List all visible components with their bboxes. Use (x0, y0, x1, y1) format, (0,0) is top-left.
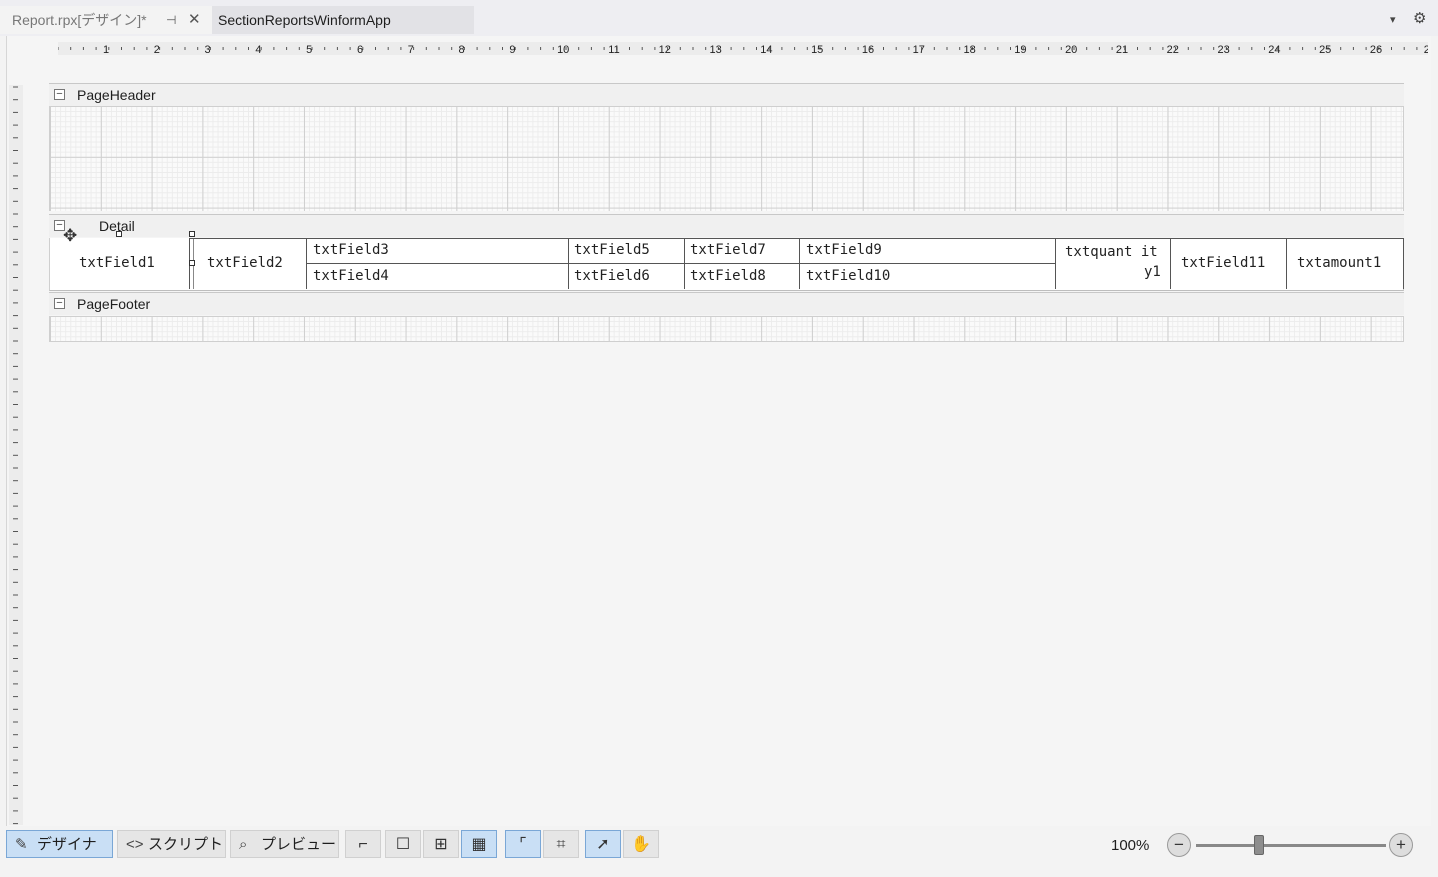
pointer-icon[interactable]: ➚ (585, 830, 621, 858)
single-box-icon[interactable]: ☐ (385, 830, 421, 858)
section-bar-page-header[interactable]: − PageHeader (49, 83, 1404, 106)
horizontal-ruler: 1 2 3 4 5 6 7 8 9 10 11 12 13 14 15 16 17 18 19 20 21 22 23 24 2… (58, 42, 1428, 55)
text-field-7[interactable]: txtField7 (690, 242, 766, 258)
ruler-number: 10 (557, 44, 569, 55)
ruler-number: 2 (1424, 44, 1428, 55)
ruler-number: 25 (1319, 44, 1331, 55)
gear-icon[interactable]: ⚙ (1413, 9, 1426, 27)
ruler-number: 19 (1014, 44, 1026, 55)
ruler-number: 1 (103, 44, 109, 55)
detail-grid[interactable]: txtField1 txtField2 txtField3 txtField4 … (49, 238, 1404, 291)
ruler-number: 13 (709, 44, 721, 55)
text-field-1[interactable]: txtField1 (79, 255, 155, 271)
script-tab-button[interactable]: <> スクリプト (117, 830, 226, 858)
collapse-icon[interactable]: − (54, 89, 65, 100)
move-icon[interactable]: ✥ (63, 226, 77, 246)
ruler-number: 16 (862, 44, 874, 55)
tab-report-rpx[interactable]: Report.rpx[デザイン]* ⊣ ✕ (0, 6, 212, 34)
ruler-number: 2 (154, 44, 160, 55)
text-field-11[interactable]: txtField11 (1181, 255, 1265, 271)
ruler-number: 11 (608, 44, 619, 55)
chevron-down-icon[interactable]: ▾ (1390, 13, 1396, 26)
document-tab-bar: Report.rpx[デザイン]* ⊣ ✕ SectionReportsWinf… (0, 0, 1438, 36)
text-field-quantity-wrap[interactable]: y1 (1144, 264, 1161, 280)
ruler-number: 9 (509, 44, 515, 55)
ruler-number: 7 (408, 44, 414, 55)
tab-section-reports-label: SectionReportsWinformApp (218, 12, 391, 28)
ruler-number: 26 (1370, 44, 1382, 55)
text-field-3[interactable]: txtField3 (313, 242, 389, 258)
text-field-8[interactable]: txtField8 (690, 268, 766, 284)
designer-tab-button[interactable]: ✎ デザイナ (6, 830, 113, 858)
ruler-number: 5 (306, 44, 312, 55)
text-field-2[interactable]: txtField2 (207, 255, 283, 271)
ruler-icon[interactable]: ⌐ (345, 830, 381, 858)
column-separator (1055, 238, 1056, 289)
text-field-6[interactable]: txtField6 (574, 268, 650, 284)
section-bar-detail[interactable]: − Detail (49, 214, 1404, 237)
section-bar-page-footer[interactable]: − PageFooter (49, 292, 1404, 315)
zoom-in-button[interactable]: + (1389, 833, 1413, 857)
ruler-number: 15 (811, 44, 823, 55)
ruler-number: 8 (459, 44, 465, 55)
close-icon[interactable]: ✕ (188, 6, 201, 34)
snap-to-grid-icon[interactable]: ⌗ (543, 830, 579, 858)
ruler-number: 18 (963, 44, 975, 55)
ruler-number: 14 (760, 44, 772, 55)
ruler-number: 12 (659, 44, 671, 55)
section-label-page-footer: PageFooter (77, 296, 151, 312)
ruler-number: 4 (255, 44, 261, 55)
report-layout: − PageHeader − Detail txtField1 txtField… (49, 83, 1404, 343)
ruler-number: 3 (205, 44, 211, 55)
zoom-slider-thumb[interactable] (1254, 835, 1265, 855)
ruler-number: 24 (1268, 44, 1280, 55)
dot-grid-icon[interactable]: ⊞ (423, 830, 459, 858)
script-label: スクリプト (148, 836, 224, 853)
preview-label: プレビュー (261, 836, 337, 853)
collapse-icon[interactable]: − (54, 298, 65, 309)
vertical-ruler-ticks (13, 86, 18, 825)
tab-section-reports-winform-app[interactable]: SectionReportsWinformApp (212, 6, 474, 34)
row-top-border (189, 238, 1403, 239)
text-field-5[interactable]: txtField5 (574, 242, 650, 258)
ruler-number: 22 (1167, 44, 1179, 55)
column-separator (1403, 238, 1404, 289)
grid-icon[interactable]: ▦ (461, 830, 497, 858)
zoom-slider-track[interactable] (1196, 844, 1386, 847)
preview-tab-button[interactable]: ⌕ プレビュー (230, 830, 339, 858)
selection-handle[interactable] (116, 231, 122, 237)
text-field-10[interactable]: txtField10 (806, 268, 890, 284)
text-field-quantity[interactable]: txtquant it (1065, 244, 1158, 260)
section-label-page-header: PageHeader (77, 87, 156, 103)
text-field-4[interactable]: txtField4 (313, 268, 389, 284)
vertical-ruler (9, 85, 23, 825)
selection-handle[interactable] (189, 260, 195, 266)
text-field-amount[interactable]: txtamount1 (1297, 255, 1381, 271)
tab-report-rpx-label: Report.rpx[デザイン]* (12, 12, 147, 28)
hand-icon[interactable]: ✋ (623, 830, 659, 858)
zoom-level-label: 100% (1111, 837, 1150, 854)
magnifier-icon: ⌕ (239, 836, 248, 853)
pencil-icon: ✎ (15, 836, 28, 853)
zoom-out-button[interactable]: − (1167, 833, 1191, 857)
ruler-number: 21 (1116, 44, 1128, 55)
text-field-9[interactable]: txtField9 (806, 242, 882, 258)
column-separator (1170, 238, 1171, 289)
ruler-number: 20 (1065, 44, 1077, 55)
pin-icon[interactable]: ⊣ (166, 6, 176, 34)
bottom-toolbar: ✎ デザイナ <> スクリプト ⌕ プレビュー ⌐ ☐ ⊞ ▦ ⌜ ⌗ ➚ ✋ 100… (0, 826, 1438, 866)
designer-label: デザイナ (37, 836, 97, 853)
row-middle-divider (306, 263, 1055, 264)
page-header-grid[interactable] (49, 106, 1404, 211)
ruler-number: 17 (913, 44, 925, 55)
snap-lines-icon[interactable]: ⌜ (505, 830, 541, 858)
ruler-number: 6 (357, 44, 363, 55)
page-footer-grid[interactable] (49, 316, 1404, 342)
code-icon: <> (126, 836, 144, 853)
horizontal-ruler-ticks: 1 2 3 4 5 6 7 8 9 10 11 12 13 14 15 16 17 18 19 20 21 22 23 24 2… (58, 44, 1428, 55)
ruler-number: 23 (1217, 44, 1229, 55)
selection-handle[interactable] (189, 231, 195, 237)
column-separator (1286, 238, 1287, 289)
